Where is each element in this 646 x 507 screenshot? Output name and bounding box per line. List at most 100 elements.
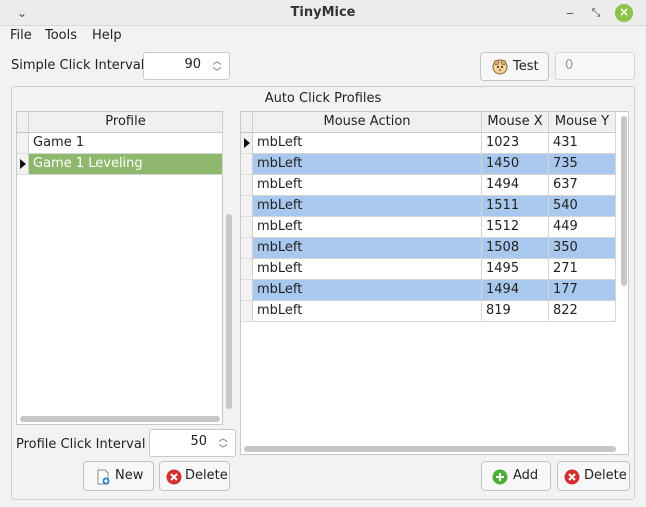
table-row[interactable]: mbLeft 1494 637 — [241, 175, 616, 196]
profile-vertical-scrollbar[interactable] — [226, 214, 232, 409]
profile-indicator-header — [17, 112, 29, 133]
mouse-action-cell[interactable]: mbLeft — [253, 133, 482, 154]
mouse-action-cell[interactable]: mbLeft — [253, 175, 482, 196]
mouse-y-cell[interactable]: 735 — [549, 154, 616, 175]
mouse-icon — [492, 59, 508, 75]
mouse-action-cell[interactable]: mbLeft — [253, 154, 482, 175]
profile-row[interactable]: Game 1 — [17, 133, 223, 154]
mouse-y-cell[interactable]: 637 — [549, 175, 616, 196]
chevron-down-icon[interactable]: ﹀ — [209, 65, 225, 78]
row-indicator — [241, 238, 253, 259]
mouse-action-cell[interactable]: mbLeft — [253, 280, 482, 301]
table-row[interactable]: mbLeft 1508 350 — [241, 238, 616, 259]
delete-action-button[interactable]: Delete — [557, 461, 630, 491]
current-row-arrow-icon — [244, 138, 250, 148]
menu-file[interactable]: File — [10, 28, 32, 43]
mouse-x-cell[interactable]: 1512 — [482, 217, 549, 238]
mouse-y-cell[interactable]: 431 — [549, 133, 616, 154]
test-result-field: 0 — [555, 52, 635, 80]
mouse-x-cell[interactable]: 1494 — [482, 280, 549, 301]
mouse-y-column-header[interactable]: Mouse Y — [549, 112, 616, 133]
mouse-y-cell[interactable]: 540 — [549, 196, 616, 217]
table-row[interactable]: mbLeft 819 822 — [241, 301, 616, 322]
mouse-x-cell[interactable]: 1494 — [482, 175, 549, 196]
auto-click-profiles-group: Auto Click Profiles Profile Game 1 Game … — [11, 86, 635, 500]
title-bar: ⌄ TinyMice ‒ ⤡ × — [0, 0, 646, 26]
mouse-y-cell[interactable]: 177 — [549, 280, 616, 301]
mouse-x-cell[interactable]: 1450 — [482, 154, 549, 175]
add-action-button[interactable]: Add — [481, 461, 551, 491]
delete-profile-button[interactable]: Delete — [159, 461, 230, 491]
mouse-action-cell[interactable]: mbLeft — [253, 238, 482, 259]
test-button-label: Test — [513, 59, 539, 74]
add-action-label: Add — [513, 468, 539, 483]
delete-icon — [564, 469, 580, 485]
mouse-x-cell[interactable]: 1508 — [482, 238, 549, 259]
mouse-y-cell[interactable]: 449 — [549, 217, 616, 238]
mouse-action-cell[interactable]: mbLeft — [253, 259, 482, 280]
row-indicator — [241, 217, 253, 238]
simple-click-interval-spinbox[interactable]: 90 ︿ ﹀ — [143, 52, 230, 80]
action-vertical-scrollbar[interactable] — [621, 116, 627, 286]
mouse-y-cell[interactable]: 350 — [549, 238, 616, 259]
table-row[interactable]: mbLeft 1495 271 — [241, 259, 616, 280]
row-indicator — [241, 133, 253, 154]
test-result-value: 0 — [565, 58, 574, 73]
chevron-down-icon[interactable]: ﹀ — [215, 442, 231, 455]
mouse-x-cell[interactable]: 1495 — [482, 259, 549, 280]
menu-tools[interactable]: Tools — [45, 28, 77, 43]
mouse-x-cell[interactable]: 1511 — [482, 196, 549, 217]
menu-bar: File Tools Help — [0, 26, 646, 48]
table-row[interactable]: mbLeft 1511 540 — [241, 196, 616, 217]
table-row[interactable]: mbLeft 1023 431 — [241, 133, 616, 154]
table-row[interactable]: mbLeft 1450 735 — [241, 154, 616, 175]
group-title: Auto Click Profiles — [264, 91, 382, 106]
row-indicator — [241, 175, 253, 196]
new-document-icon — [97, 469, 110, 485]
delete-icon — [166, 469, 182, 485]
new-profile-label: New — [115, 468, 144, 483]
mouse-action-cell[interactable]: mbLeft — [253, 196, 482, 217]
spin-arrows[interactable]: ︿ ﹀ — [215, 430, 231, 456]
action-horizontal-scrollbar[interactable] — [244, 446, 616, 452]
current-row-arrow-icon — [20, 159, 26, 169]
simple-click-interval-value: 90 — [184, 57, 201, 72]
test-button[interactable]: Test — [480, 52, 549, 81]
profile-click-interval-label: Profile Click Interval : — [16, 437, 154, 452]
mouse-x-column-header[interactable]: Mouse X — [482, 112, 549, 133]
mouse-y-cell[interactable]: 822 — [549, 301, 616, 322]
mouse-x-cell[interactable]: 819 — [482, 301, 549, 322]
table-row[interactable]: mbLeft 1494 177 — [241, 280, 616, 301]
minimize-icon[interactable]: ‒ — [561, 4, 579, 22]
row-indicator — [241, 301, 253, 322]
profile-row-selected[interactable]: Game 1 Leveling — [17, 154, 223, 175]
menu-help[interactable]: Help — [92, 28, 122, 43]
delete-profile-label: Delete — [185, 468, 228, 483]
simple-click-interval-label: Simple Click Interval : — [11, 58, 153, 73]
spin-arrows[interactable]: ︿ ﹀ — [209, 53, 225, 79]
mouse-x-cell[interactable]: 1023 — [482, 133, 549, 154]
delete-action-label: Delete — [584, 468, 627, 483]
profile-horizontal-scrollbar[interactable] — [20, 416, 220, 422]
close-icon[interactable]: × — [615, 4, 633, 22]
mouse-action-column-header[interactable]: Mouse Action — [253, 112, 482, 133]
profile-name[interactable]: Game 1 Leveling — [29, 154, 223, 175]
profile-column-header[interactable]: Profile — [29, 112, 223, 133]
new-profile-button[interactable]: New — [83, 461, 154, 491]
mouse-action-cell[interactable]: mbLeft — [253, 301, 482, 322]
restore-icon[interactable]: ⤡ — [587, 4, 605, 22]
profile-grid[interactable]: Profile Game 1 Game 1 Leveling — [16, 111, 223, 425]
profile-click-interval-spinbox[interactable]: 50 ︿ ﹀ — [149, 429, 236, 457]
window-title: TinyMice — [290, 5, 356, 20]
add-icon — [492, 469, 508, 485]
row-indicator — [17, 133, 29, 154]
mouse-y-cell[interactable]: 271 — [549, 259, 616, 280]
mouse-action-cell[interactable]: mbLeft — [253, 217, 482, 238]
row-indicator — [17, 154, 29, 175]
row-indicator — [241, 196, 253, 217]
profile-name[interactable]: Game 1 — [29, 133, 223, 154]
profile-click-interval-value: 50 — [190, 434, 207, 449]
row-indicator — [241, 280, 253, 301]
table-row[interactable]: mbLeft 1512 449 — [241, 217, 616, 238]
mouse-action-grid[interactable]: Mouse Action Mouse X Mouse Y mbLeft 1023… — [240, 111, 629, 455]
